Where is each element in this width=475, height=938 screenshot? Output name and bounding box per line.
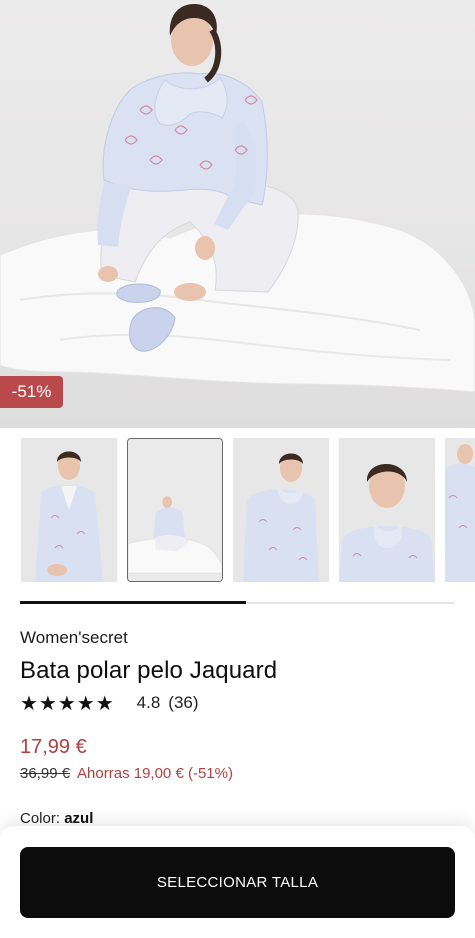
color-label: Color: — [20, 810, 65, 827]
thumbnail-4[interactable] — [339, 438, 435, 582]
discount-badge: -51% — [0, 376, 63, 408]
thumbnail-2[interactable] — [127, 438, 223, 582]
thumbnail-4-image — [339, 438, 435, 582]
rating-value: 4.8 — [136, 693, 161, 712]
thumbnail-3-image — [233, 438, 329, 582]
thumbnail-1[interactable] — [21, 438, 117, 582]
rating-stars-icon: ★★★★★ — [20, 692, 115, 715]
rating-summary[interactable]: ★★★★★ 4.8 (36) — [20, 692, 199, 715]
savings-text: Ahorras 19,00 € (-51%) — [77, 765, 233, 782]
color-value: azul — [64, 810, 94, 827]
thumbnail-1-image — [21, 438, 117, 582]
thumbnail-2-image — [128, 439, 222, 581]
thumbnail-5[interactable] — [445, 438, 475, 582]
select-size-button[interactable]: SELECCIONAR TALLA — [20, 847, 455, 918]
thumbnail-5-image — [445, 438, 475, 582]
product-photo — [0, 4, 475, 393]
thumbnail-3[interactable] — [233, 438, 329, 582]
color-selector: Color: azul — [20, 810, 93, 827]
gallery-scrollbar-thumb[interactable] — [20, 601, 246, 604]
gallery-scrollbar[interactable] — [20, 601, 454, 604]
product-title: Bata polar pelo Jaquard — [20, 657, 278, 684]
review-count: (36) — [168, 693, 199, 712]
original-price: 36,99 € — [20, 765, 71, 782]
sticky-footer: SELECCIONAR TALLA — [0, 826, 475, 938]
current-price: 17,99 € — [20, 736, 87, 758]
thumbnail-strip[interactable] — [0, 438, 475, 583]
product-main-image[interactable]: -51% — [0, 0, 475, 428]
brand-name[interactable]: Women'secret — [20, 628, 128, 648]
price-details: 36,99 € Ahorras 19,00 € (-51%) — [20, 765, 233, 782]
